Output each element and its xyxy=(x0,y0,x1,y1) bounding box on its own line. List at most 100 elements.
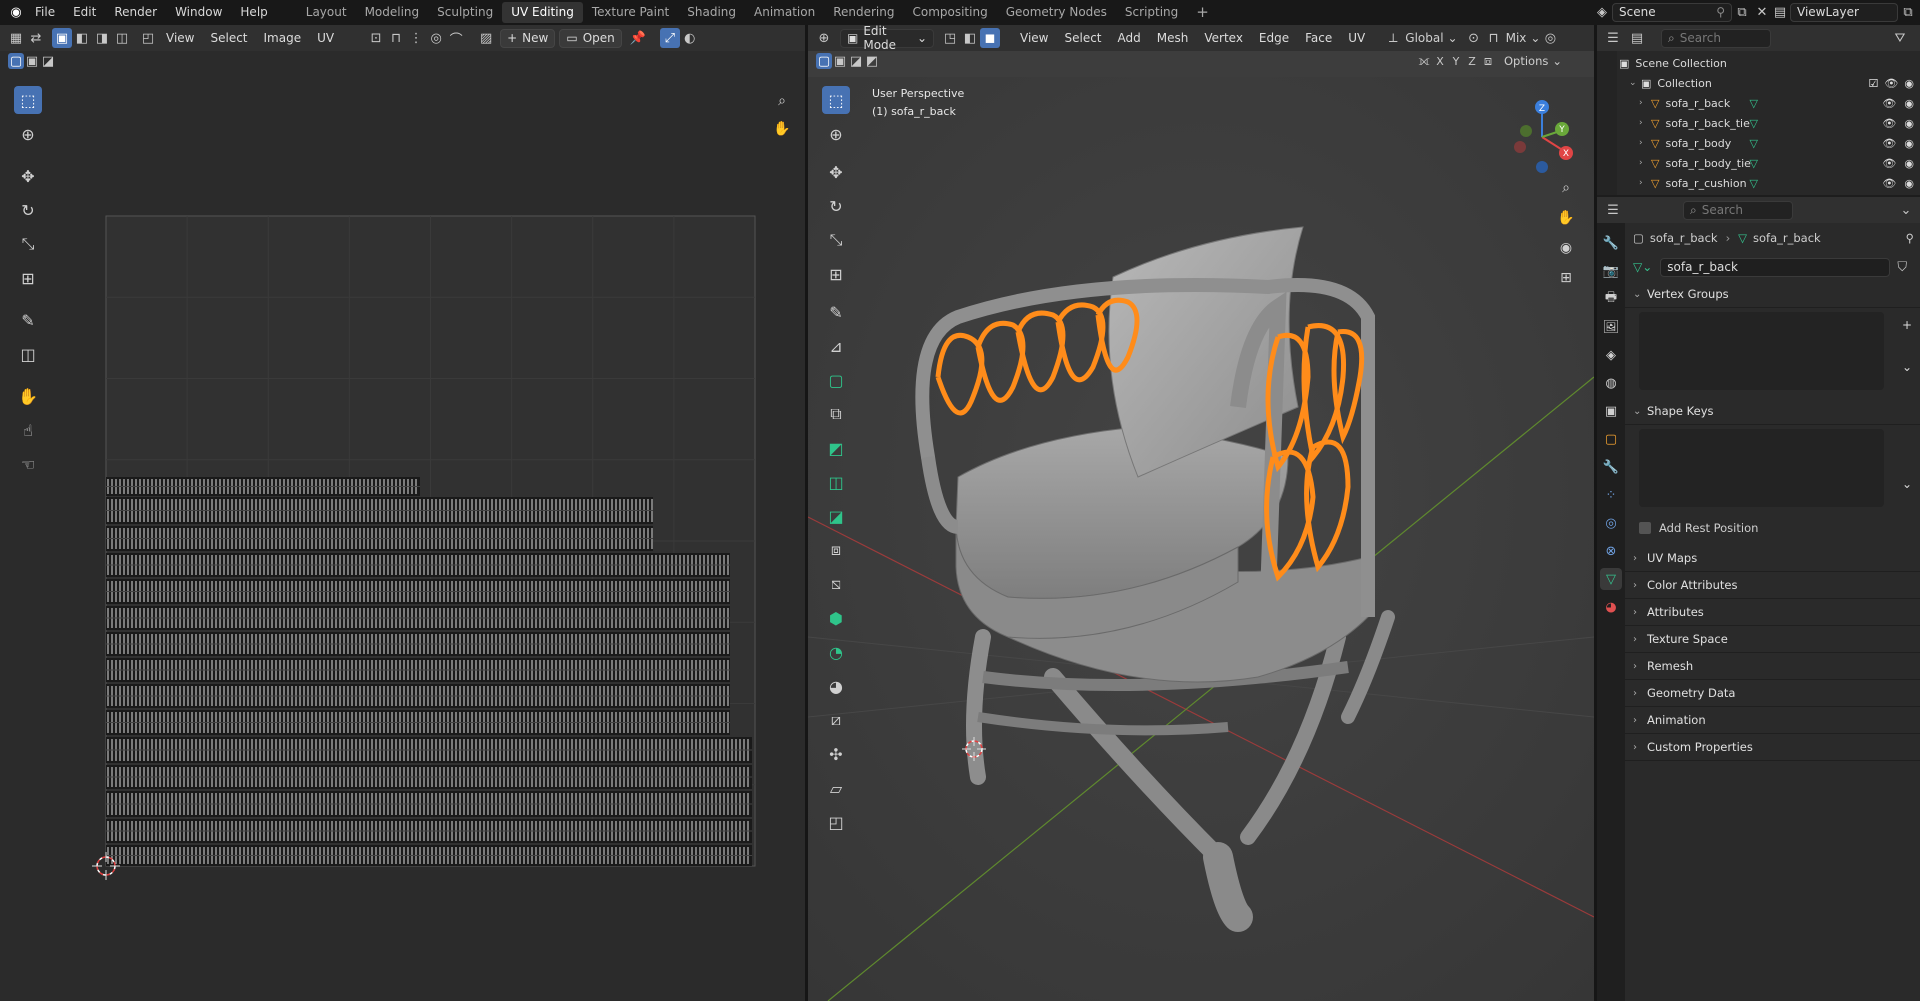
transform-icon[interactable]: ⊞ xyxy=(822,260,850,288)
datablock-name-field[interactable]: sofa_r_back xyxy=(1660,257,1891,277)
annotate-icon[interactable]: ✎ xyxy=(822,298,850,326)
rip-icon[interactable]: ◰ xyxy=(822,808,850,836)
vp-menu-vertex[interactable]: Vertex xyxy=(1196,31,1251,45)
editor-type-icon[interactable]: ☰ xyxy=(1603,28,1623,48)
tool-tab-icon[interactable]: 🔧 xyxy=(1600,232,1622,254)
chevron-right-icon[interactable]: › xyxy=(1639,138,1651,148)
scale-icon[interactable]: ⤡ xyxy=(822,226,850,254)
select-extend-icon[interactable]: ▣ xyxy=(24,53,40,69)
grab-icon[interactable]: ✋ xyxy=(14,382,42,410)
cursor-icon[interactable]: ⊕ xyxy=(14,120,42,148)
orientation-dropdown[interactable]: Global ⌄ xyxy=(1405,31,1457,45)
mesh-data-icon[interactable]: ▽ xyxy=(1749,157,1757,170)
topology-mirror-icon[interactable]: ⧈ xyxy=(1480,53,1496,69)
poly-build-icon[interactable]: ⬢ xyxy=(822,604,850,632)
edge-select-icon[interactable]: ◧ xyxy=(960,28,980,48)
delete-scene-icon[interactable]: ✕ xyxy=(1752,2,1772,22)
outliner-object-row[interactable]: › ▽ sofa_r_cushion ▽ 👁 ◉ xyxy=(1619,173,1920,193)
modifier-tab-icon[interactable]: 🔧 xyxy=(1600,456,1622,478)
material-tab-icon[interactable]: ◕ xyxy=(1600,596,1622,618)
mirror-icon[interactable]: ⟗ xyxy=(1416,53,1432,69)
transform-icon[interactable]: ⊞ xyxy=(14,264,42,292)
shear-icon[interactable]: ▱ xyxy=(822,774,850,802)
edge-select-icon[interactable]: ◧ xyxy=(72,28,92,48)
mesh-data-tab-icon[interactable]: ▽ xyxy=(1600,568,1622,590)
tab-geometry-nodes[interactable]: Geometry Nodes xyxy=(997,2,1116,23)
select-box-icon[interactable]: ⬚ xyxy=(822,86,850,114)
select-box-icon[interactable]: ⬚ xyxy=(14,86,42,114)
pan-hand-icon[interactable]: ✋ xyxy=(771,118,793,140)
move-icon[interactable]: ✥ xyxy=(822,158,850,186)
collection-row[interactable]: ⌄ ▣ Collection ☑ 👁 ◉ xyxy=(1619,73,1920,93)
camera-icon[interactable]: ◉ xyxy=(1554,236,1578,260)
axis-z-toggle[interactable]: Z xyxy=(1464,53,1480,69)
eye-icon[interactable]: 👁 xyxy=(1882,137,1896,150)
measure-icon[interactable]: ⊿ xyxy=(822,332,850,360)
menu-window[interactable]: Window xyxy=(166,0,231,25)
spin-icon[interactable]: ◔ xyxy=(822,638,850,666)
options-dropdown[interactable]: Options ⌄ xyxy=(1504,54,1562,68)
output-tab-icon[interactable]: 🖶 xyxy=(1600,288,1622,310)
menu-help[interactable]: Help xyxy=(231,0,276,25)
mesh-data-icon[interactable]: ▽ xyxy=(1749,97,1757,110)
edge-slide-icon[interactable]: ⧄ xyxy=(822,706,850,734)
mesh-browse-icon[interactable]: ▽⌄ xyxy=(1633,260,1652,274)
chevron-right-icon[interactable]: › xyxy=(1639,178,1651,188)
snap-icon[interactable]: ⊓ xyxy=(386,28,406,48)
camera-icon[interactable]: ◉ xyxy=(1904,97,1914,110)
scene-icon[interactable]: ◈ xyxy=(1592,2,1612,22)
outliner-object-row[interactable]: › ▽ sofa_r_back ▽ 👁 ◉ xyxy=(1619,93,1920,113)
panel-vertex-groups[interactable]: ⌄ Vertex Groups xyxy=(1625,281,1920,308)
shape-keys-list[interactable] xyxy=(1639,429,1884,507)
outliner-object-row[interactable]: › ▽ sofa_r_body ▽ 👁 ◉ xyxy=(1619,133,1920,153)
add-cube-icon[interactable]: ▢ xyxy=(822,366,850,394)
proportional-icon[interactable]: ◎ xyxy=(1540,28,1560,48)
render-tab-icon[interactable]: 📷 xyxy=(1600,260,1622,282)
zoom-icon[interactable]: ⌕ xyxy=(771,90,793,112)
move-icon[interactable]: ✥ xyxy=(14,162,42,190)
camera-icon[interactable]: ◉ xyxy=(1904,177,1914,190)
panel-geometry-data[interactable]: › Geometry Data xyxy=(1625,680,1920,707)
axis-x-toggle[interactable]: X xyxy=(1432,53,1448,69)
panel-texture-space[interactable]: › Texture Space xyxy=(1625,626,1920,653)
vp-menu-mesh[interactable]: Mesh xyxy=(1149,31,1197,45)
mesh-data-icon[interactable]: ▽ xyxy=(1749,117,1757,130)
select-new-icon[interactable]: ▢ xyxy=(8,53,24,69)
snap-target-icon[interactable]: ⋮ xyxy=(406,28,426,48)
uv-canvas[interactable] xyxy=(0,77,805,1001)
tab-compositing[interactable]: Compositing xyxy=(903,2,996,23)
panel-attributes[interactable]: › Attributes xyxy=(1625,599,1920,626)
panel-shape-keys[interactable]: ⌄ Shape Keys xyxy=(1625,398,1920,425)
sticky-select-icon[interactable]: ◰ xyxy=(138,28,158,48)
relax-icon[interactable]: ☝ xyxy=(14,416,42,444)
select-invert-icon[interactable]: ◩ xyxy=(864,53,880,69)
editor-type-icon[interactable]: ☰ xyxy=(1603,200,1623,220)
uv-menu-select[interactable]: Select xyxy=(202,31,255,45)
snap-icon[interactable]: ⊓ xyxy=(1484,28,1504,48)
uv-menu-uv[interactable]: UV xyxy=(309,31,342,45)
rip-icon[interactable]: ◫ xyxy=(14,340,42,368)
camera-icon[interactable]: ◉ xyxy=(1904,157,1914,170)
annotate-icon[interactable]: ✎ xyxy=(14,306,42,334)
island-select-icon[interactable]: ◫ xyxy=(112,28,132,48)
mode-dropdown[interactable]: ▣ Edit Mode ⌄ xyxy=(840,25,934,52)
rotate-icon[interactable]: ↻ xyxy=(14,196,42,224)
viewlayer-field[interactable]: ViewLayer xyxy=(1790,2,1898,22)
select-extend-icon[interactable]: ▣ xyxy=(832,53,848,69)
constraints-tab-icon[interactable]: ⊗ xyxy=(1600,540,1622,562)
tab-uv-editing[interactable]: UV Editing xyxy=(502,2,583,23)
inset-icon[interactable]: ◫ xyxy=(822,468,850,496)
viewlayer-icon[interactable]: ▤ xyxy=(1770,2,1790,22)
zoom-icon[interactable]: ⌕ xyxy=(1554,176,1578,200)
bevel-icon[interactable]: ◪ xyxy=(822,502,850,530)
panel-animation[interactable]: › Animation xyxy=(1625,707,1920,734)
sync-selection-icon[interactable]: ⇄ xyxy=(26,28,46,48)
scene-tab-icon[interactable]: ◈ xyxy=(1600,344,1622,366)
scene-collection-row[interactable]: ▣ Scene Collection xyxy=(1619,53,1920,73)
properties-search[interactable]: ⌕ Search xyxy=(1683,200,1793,220)
particles-tab-icon[interactable]: ⁘ xyxy=(1600,484,1622,506)
select-new-icon[interactable]: ▢ xyxy=(816,53,832,69)
snap-mix-dropdown[interactable]: Mix ⌄ xyxy=(1506,31,1541,45)
vp-menu-add[interactable]: Add xyxy=(1110,31,1149,45)
chevron-right-icon[interactable]: › xyxy=(1639,98,1651,108)
